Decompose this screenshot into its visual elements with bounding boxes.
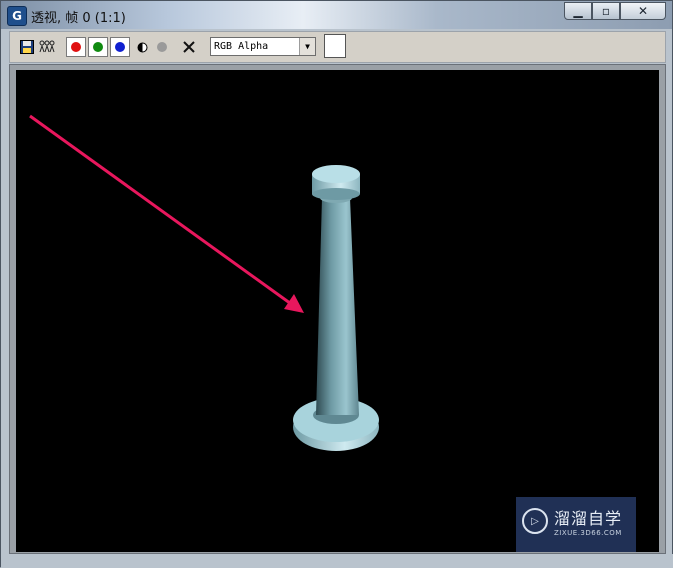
red-dot-icon [71,42,81,52]
monochrome-dot-icon [157,42,167,52]
alpha-channel-button[interactable] [134,37,150,57]
render-toolbar: RGB Alpha ▼ [9,31,666,63]
watermark-title: 溜溜自学 [554,509,623,528]
close-button[interactable]: ✕ [620,2,666,20]
bottom-border [1,554,673,568]
maximize-button[interactable]: ▫ [592,2,620,20]
clone-window-button[interactable] [38,37,56,57]
pointer-arrow [29,114,304,313]
column-3d-model [293,165,379,451]
play-logo-icon: ▷ [522,508,548,534]
green-dot-icon [93,42,103,52]
title-bar: G 透视, 帧 0 (1:1) ▁ ▫ ✕ [1,1,672,29]
window-title: 透视, 帧 0 (1:1) [31,11,126,26]
channel-select-value: RGB Alpha [214,41,269,52]
color-swatch[interactable] [324,34,346,58]
green-channel-button[interactable] [88,37,108,57]
minimize-button[interactable]: ▁ [564,2,592,20]
blue-dot-icon [115,42,125,52]
close-icon: ✕ [637,4,649,18]
save-image-button[interactable] [18,37,36,57]
render-scene [29,114,379,451]
save-icon [20,40,34,54]
blue-channel-button[interactable] [110,37,130,57]
monochrome-button[interactable] [154,37,170,57]
red-channel-button[interactable] [66,37,86,57]
app-icon: G [7,6,27,26]
minimize-icon: ▁ [573,4,583,18]
render-frame-window: G 透视, 帧 0 (1:1) ▁ ▫ ✕ RGB Alpha ▼ ▷ 溜溜自学… [0,0,673,568]
clear-x-icon [183,41,195,53]
chevron-down-icon: ▼ [299,38,315,55]
clear-button[interactable] [180,37,198,57]
maximize-icon: ▫ [601,4,611,18]
clone-icon [39,40,55,53]
channel-display-select[interactable]: RGB Alpha ▼ [210,37,316,56]
alpha-half-icon [137,42,147,52]
render-viewport: ▷ 溜溜自学 ZIXUE.3D66.COM [16,70,659,552]
watermark-badge: ▷ 溜溜自学 ZIXUE.3D66.COM [516,497,636,552]
watermark-subtitle: ZIXUE.3D66.COM [554,529,622,537]
